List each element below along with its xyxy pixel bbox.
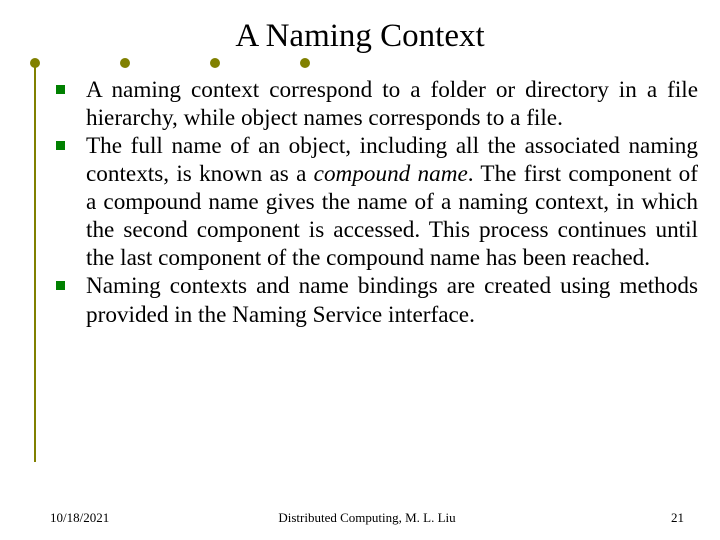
accent-vertical-line <box>34 62 36 462</box>
accent-dot-icon <box>210 58 220 68</box>
slide: A Naming Context A naming context corres… <box>0 0 720 540</box>
list-item: A naming context correspond to a folder … <box>52 76 698 132</box>
accent-dot-icon <box>120 58 130 68</box>
emphasis-text: compound name <box>314 161 468 187</box>
bullet-text: A naming context correspond to a folder … <box>86 77 698 131</box>
list-item: Naming contexts and name bindings are cr… <box>52 272 698 328</box>
body-text: A naming context correspond to a folder … <box>52 76 698 329</box>
footer-center: Distributed Computing, M. L. Liu <box>50 510 684 526</box>
footer-page-number: 21 <box>671 510 684 526</box>
square-bullet-icon <box>56 141 65 150</box>
list-item: The full name of an object, including al… <box>52 132 698 272</box>
square-bullet-icon <box>56 281 65 290</box>
bullet-text: Naming contexts and name bindings are cr… <box>86 273 698 327</box>
square-bullet-icon <box>56 85 65 94</box>
accent-dot-icon <box>30 58 40 68</box>
slide-title: A Naming Context <box>0 18 720 55</box>
footer: Distributed Computing, M. L. Liu 10/18/2… <box>50 510 684 526</box>
footer-date: 10/18/2021 <box>50 510 109 526</box>
accent-dot-icon <box>300 58 310 68</box>
